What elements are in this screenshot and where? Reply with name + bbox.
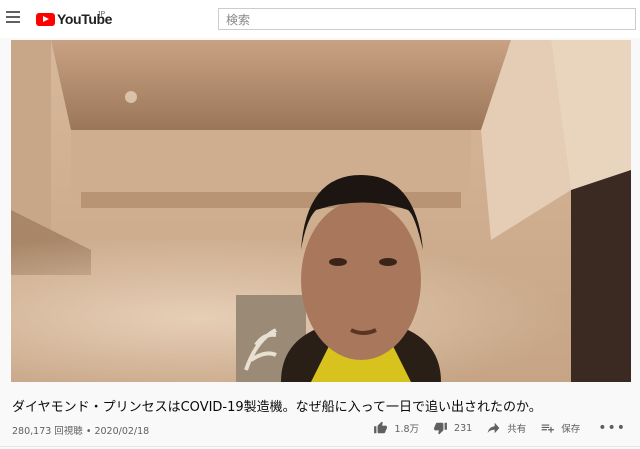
search-box[interactable] — [218, 8, 636, 30]
like-count: 1.8万 — [394, 424, 420, 435]
hamburger-menu-icon[interactable] — [6, 11, 20, 25]
top-bar: YouTube JP — [0, 0, 640, 38]
like-button[interactable]: 1.8万 — [373, 421, 419, 435]
save-label: 保存 — [561, 424, 581, 435]
video-meta: 280,173 回視聴 • 2020/02/18 — [12, 426, 150, 437]
thumbs-down-icon — [434, 422, 447, 435]
playlist-add-icon — [541, 424, 555, 433]
dislike-count: 231 — [454, 422, 473, 434]
more-horiz-icon[interactable]: ••• — [598, 420, 626, 436]
video-player[interactable] — [11, 40, 631, 382]
share-arrow-icon — [487, 422, 500, 434]
dislike-button[interactable]: 231 — [433, 421, 472, 435]
share-label: 共有 — [507, 424, 527, 435]
video-actions: 1.8万 231 共有 保存 ••• — [373, 419, 626, 437]
divider — [0, 446, 640, 447]
thumbs-up-icon — [374, 421, 388, 434]
video-title: ダイヤモンド・プリンセスはCOVID-19製造機。なぜ船に入って一日で追い出され… — [12, 400, 542, 415]
youtube-play-icon — [36, 12, 55, 26]
logo-region: JP — [97, 11, 106, 18]
video-frame — [11, 40, 631, 382]
save-button[interactable]: 保存 — [540, 421, 580, 435]
search-input[interactable] — [219, 10, 635, 30]
share-button[interactable]: 共有 — [486, 421, 526, 435]
